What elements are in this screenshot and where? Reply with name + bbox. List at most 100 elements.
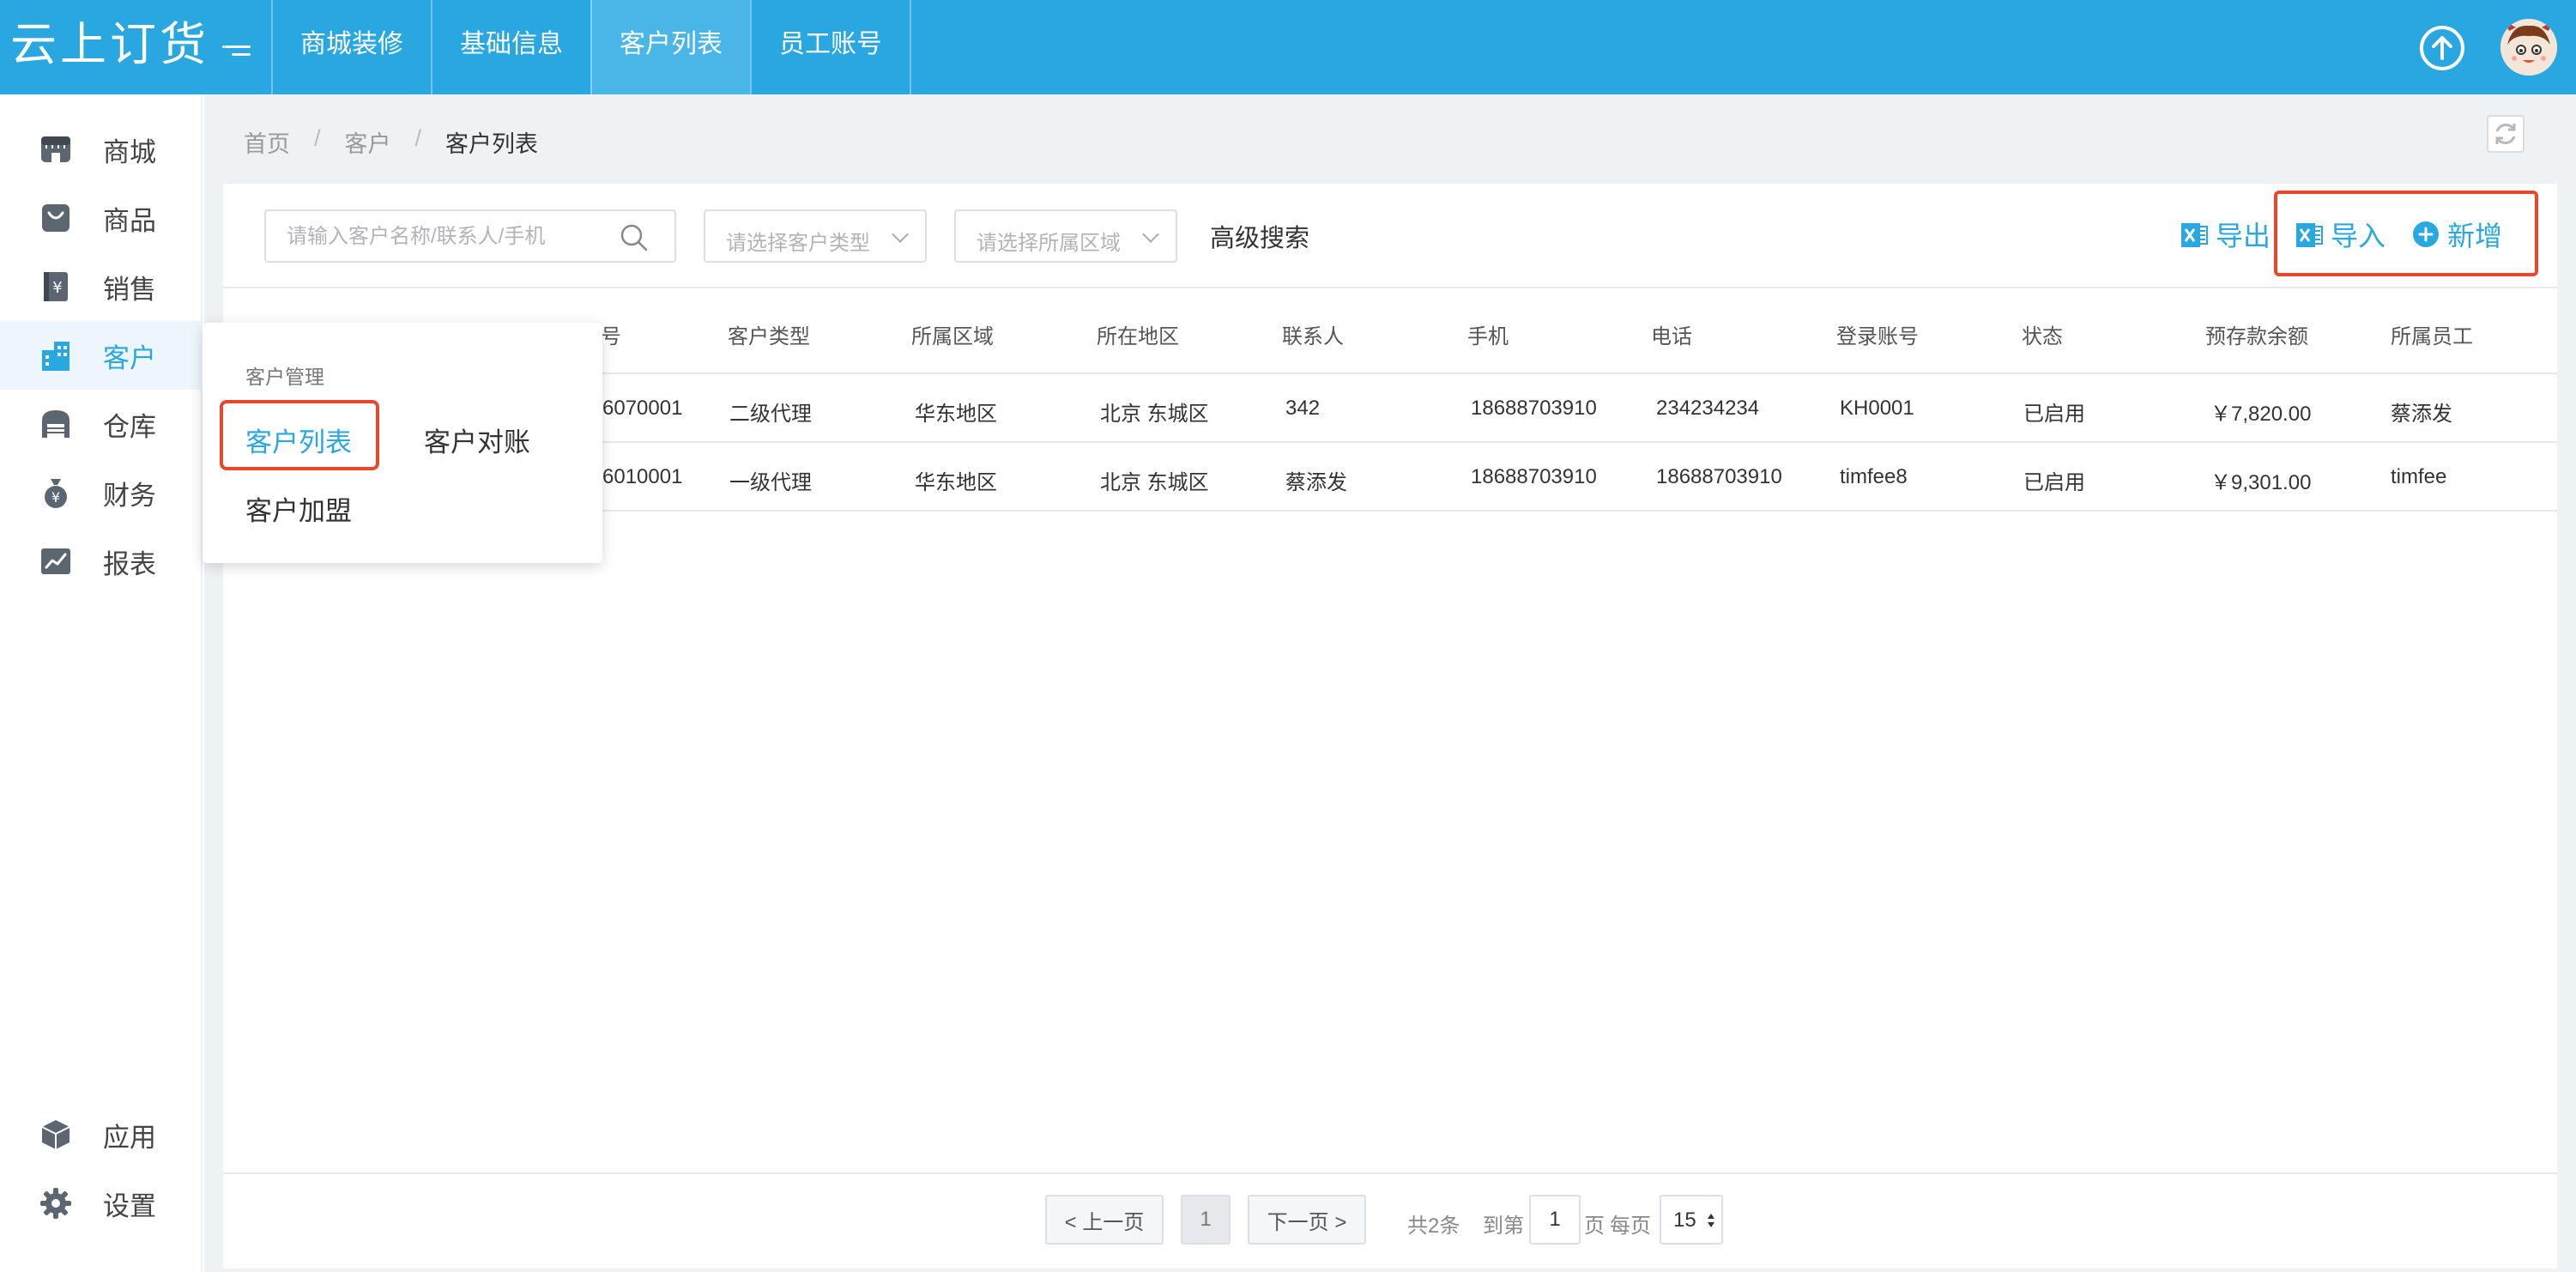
search-icon[interactable] bbox=[618, 221, 650, 254]
breadcrumb-home[interactable]: 首页 bbox=[244, 125, 290, 159]
next-page-button[interactable]: 下一页 > bbox=[1248, 1195, 1366, 1245]
column-header: 所在地区 bbox=[1097, 325, 1179, 348]
page-unit-label: 页 bbox=[1584, 1214, 1605, 1238]
prev-page-button[interactable]: < 上一页 bbox=[1045, 1195, 1164, 1245]
sidebar-label: 销售 bbox=[103, 274, 156, 305]
sidebar-item-customer[interactable]: 客户 bbox=[0, 321, 203, 390]
cell-region: 华东地区 bbox=[915, 403, 997, 426]
svg-text:¥: ¥ bbox=[51, 489, 60, 506]
money-bag-icon: ¥ bbox=[38, 475, 74, 511]
import-label: 导入 bbox=[2331, 221, 2386, 251]
submenu-item-customer-franchise[interactable]: 客户加盟 bbox=[245, 489, 352, 528]
add-button[interactable]: 新增 bbox=[2411, 215, 2502, 254]
search-input[interactable] bbox=[287, 221, 613, 252]
page-number-button[interactable]: 1 bbox=[1181, 1195, 1231, 1245]
cell-customer-type: 一级代理 bbox=[729, 471, 812, 494]
goto-label: 到第 bbox=[1483, 1214, 1524, 1238]
cell-staff: 蔡添发 bbox=[2391, 403, 2452, 426]
sidebar-item-reports[interactable]: 报表 bbox=[0, 527, 203, 596]
cell-customer-no: 6010001 bbox=[602, 465, 683, 488]
yen-book-icon: ¥ bbox=[38, 269, 74, 305]
search-box bbox=[264, 209, 676, 263]
app-logo[interactable]: 云上订货 bbox=[10, 17, 209, 72]
cell-status: 已启用 bbox=[2023, 403, 2085, 426]
sidebar-label: 客户 bbox=[103, 342, 156, 373]
add-label: 新增 bbox=[2447, 221, 2503, 251]
cell-staff: timfee bbox=[2391, 465, 2447, 488]
cube-icon bbox=[38, 1117, 74, 1153]
per-page-select[interactable]: 15 bbox=[1660, 1195, 1723, 1245]
total-count: 共2条 bbox=[1407, 1214, 1460, 1238]
sort-arrows-icon bbox=[1708, 1214, 1714, 1227]
sidebar-label: 财务 bbox=[103, 480, 156, 511]
region-select[interactable]: 请选择所属区域 bbox=[954, 209, 1177, 263]
svg-text:¥: ¥ bbox=[52, 279, 62, 297]
cell-deposit-balance: ￥7,820.00 bbox=[2210, 403, 2312, 426]
cell-location: 北京 东城区 bbox=[1100, 403, 1209, 426]
top-tab-basic-info[interactable]: 基础信息 bbox=[431, 0, 590, 94]
cell-region: 华东地区 bbox=[915, 471, 997, 494]
submenu-item-customer-list[interactable]: 客户列表 bbox=[245, 421, 352, 459]
refresh-icon[interactable] bbox=[2487, 115, 2525, 153]
cell-customer-no: 6070001 bbox=[602, 397, 683, 420]
footer-divider bbox=[223, 1172, 2557, 1174]
sidebar-item-finance[interactable]: ¥ 财务 bbox=[0, 458, 203, 527]
sidebar-item-sales[interactable]: ¥ 销售 bbox=[0, 252, 203, 321]
cell-deposit-balance: ￥9,301.00 bbox=[2210, 471, 2312, 494]
column-header: 预存款余额 bbox=[2205, 325, 2308, 348]
column-header: 所属员工 bbox=[2391, 325, 2473, 348]
chevron-down-icon bbox=[892, 226, 909, 243]
sidebar: 商城 商品 ¥ 销售 客户 仓库 ¥ 财务 报表 应用 设置 bbox=[0, 94, 203, 1272]
store-icon bbox=[38, 131, 74, 167]
sidebar-item-goods[interactable]: 商品 bbox=[0, 184, 203, 252]
sidebar-label: 仓库 bbox=[103, 411, 156, 442]
column-header: 登录账号 bbox=[1836, 325, 1919, 348]
column-header: 所属区域 bbox=[911, 325, 994, 348]
column-header: 电话 bbox=[1651, 325, 1692, 348]
cell-status: 已启用 bbox=[2023, 471, 2085, 494]
export-button[interactable]: 导出 bbox=[2180, 215, 2271, 254]
breadcrumb-separator: / bbox=[314, 125, 321, 151]
sidebar-label: 应用 bbox=[103, 1122, 156, 1153]
column-header: 联系人 bbox=[1282, 325, 1344, 348]
cell-contact: 蔡添发 bbox=[1285, 471, 1347, 494]
cell-mobile: 18688703910 bbox=[1471, 397, 1597, 420]
goto-page-input[interactable] bbox=[1529, 1195, 1581, 1245]
customer-type-placeholder: 请选择客户类型 bbox=[726, 232, 870, 255]
submenu-item-customer-reconciliation[interactable]: 客户对账 bbox=[424, 421, 530, 459]
user-avatar[interactable] bbox=[2500, 19, 2557, 76]
breadcrumb: 首页 / 客户 / 客户列表 bbox=[244, 125, 538, 159]
breadcrumb-separator: / bbox=[414, 125, 422, 151]
sidebar-item-store[interactable]: 商城 bbox=[0, 115, 203, 184]
menu-toggle-icon[interactable] bbox=[220, 33, 251, 62]
advanced-search-button[interactable]: 高级搜索 bbox=[1210, 218, 1309, 254]
import-button[interactable]: 导入 bbox=[2295, 215, 2386, 254]
top-tab-staff-accounts[interactable]: 员工账号 bbox=[750, 0, 911, 94]
customer-type-select[interactable]: 请选择客户类型 bbox=[704, 209, 927, 263]
breadcrumb-customer[interactable]: 客户 bbox=[345, 125, 391, 159]
region-placeholder: 请选择所属区域 bbox=[977, 232, 1121, 255]
customer-submenu-popover: 客户管理 客户列表 客户对账 客户加盟 bbox=[203, 323, 602, 563]
sidebar-label: 商品 bbox=[103, 205, 156, 236]
export-label: 导出 bbox=[2216, 221, 2271, 251]
cell-mobile: 18688703910 bbox=[1471, 465, 1597, 488]
column-header: 号 bbox=[601, 325, 621, 348]
chart-icon bbox=[38, 543, 74, 579]
sidebar-item-settings[interactable]: 设置 bbox=[0, 1169, 203, 1238]
gear-icon bbox=[38, 1185, 74, 1221]
sidebar-label: 报表 bbox=[103, 548, 156, 579]
submenu-group-title: 客户管理 bbox=[245, 366, 324, 388]
chevron-down-icon bbox=[1142, 226, 1159, 243]
breadcrumb-current: 客户列表 bbox=[445, 131, 539, 157]
upload-arrow-icon[interactable] bbox=[2420, 26, 2464, 70]
top-tab-customer-list[interactable]: 客户列表 bbox=[590, 0, 750, 94]
excel-import-icon bbox=[2296, 223, 2323, 247]
sidebar-item-apps[interactable]: 应用 bbox=[0, 1100, 203, 1169]
bag-icon bbox=[38, 200, 74, 236]
sidebar-item-warehouse[interactable]: 仓库 bbox=[0, 390, 203, 458]
top-tab-shop-decoration[interactable]: 商城装修 bbox=[271, 0, 431, 94]
per-page-label: 每页 bbox=[1610, 1214, 1651, 1238]
warehouse-icon bbox=[38, 406, 74, 442]
sidebar-label: 设置 bbox=[103, 1190, 156, 1221]
cell-login-account: KH0001 bbox=[1840, 397, 1914, 420]
